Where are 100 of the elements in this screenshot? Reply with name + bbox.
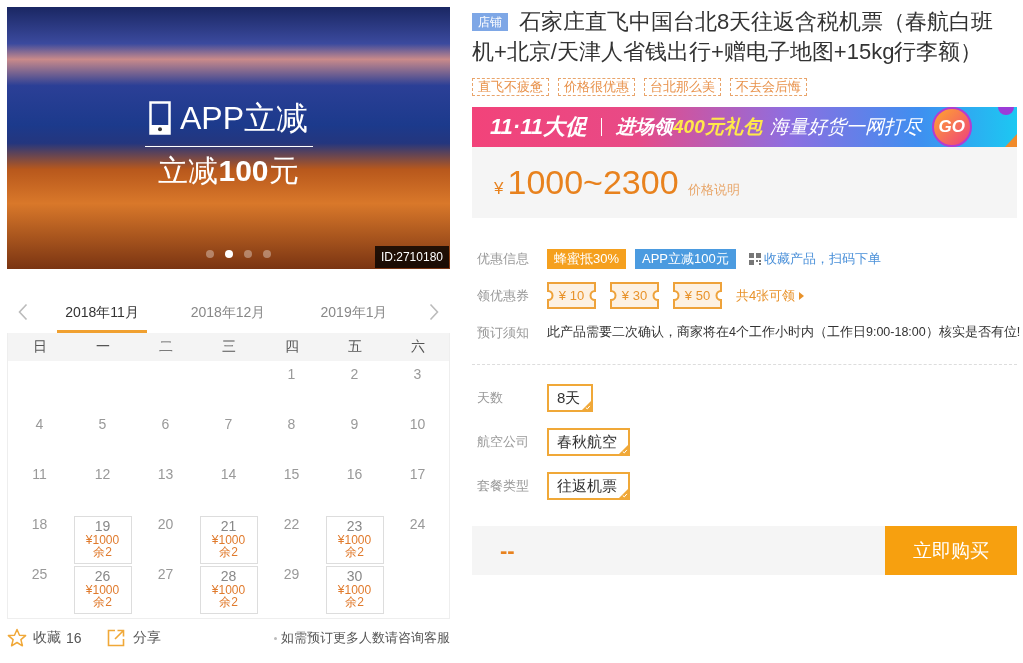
shop-badge: 店铺: [472, 13, 508, 31]
feature-tag: 直飞不疲惫: [472, 78, 549, 96]
banner-slogan: 海量好货一网打尽: [769, 115, 922, 139]
row-label: 预订须知: [476, 323, 530, 342]
day-number: 30: [346, 568, 363, 584]
chevron-left-icon[interactable]: [18, 302, 28, 321]
seats-left: 余2: [345, 546, 364, 558]
month-tab[interactable]: 2019年1月: [312, 304, 396, 333]
banner-logo: 11·11大促: [490, 113, 587, 141]
weekday-label: 三: [221, 338, 236, 356]
day-number: 18: [31, 516, 48, 532]
row-label: 领优惠券: [476, 286, 530, 305]
day-number: 22: [283, 516, 300, 532]
date-cell[interactable]: 26 ¥1000 余2: [73, 566, 132, 614]
coupon-ticket[interactable]: ¥ 50: [673, 282, 722, 309]
day-price: ¥1000: [85, 584, 120, 596]
day-number: 12: [94, 466, 111, 482]
favorite-scan-link[interactable]: 收藏产品，扫码下单: [763, 249, 881, 268]
star-icon[interactable]: [7, 628, 27, 648]
day-number: 28: [220, 568, 237, 584]
day-number: 25: [31, 566, 48, 582]
day-number: 13: [157, 466, 174, 482]
carousel-dot[interactable]: [206, 250, 214, 258]
share-label[interactable]: 分享: [132, 629, 161, 647]
discount-tag: 蜂蜜抵30%: [547, 248, 627, 269]
option-chip[interactable]: 春秋航空: [547, 428, 630, 456]
weekday-label: 日: [32, 338, 47, 356]
carousel-dot[interactable]: [225, 250, 233, 258]
day-number: 27: [157, 566, 174, 582]
feature-tag: 价格很优惠: [558, 78, 635, 96]
day-number: 6: [161, 416, 170, 432]
share-icon[interactable]: [106, 629, 125, 647]
carousel-dot[interactable]: [263, 250, 271, 258]
coupon-ticket[interactable]: ¥ 10: [547, 282, 596, 309]
day-price: ¥1000: [211, 534, 246, 546]
selected-price: --: [499, 537, 515, 564]
favorite-count: 16: [66, 630, 82, 646]
seats-left: 余2: [93, 596, 112, 608]
month-tab[interactable]: 2018年12月: [182, 304, 274, 333]
caret-right-icon[interactable]: [799, 291, 805, 300]
check-corner-icon: [582, 401, 592, 410]
product-title: 店铺 石家庄直飞中国台北8天往返含税机票（春航白班机+北京/天津人省钱出行+赠电子地图+15kg行李额）: [472, 8, 995, 66]
day-number: 19: [94, 518, 111, 534]
check-corner-icon: [619, 445, 628, 454]
seats-left: 余2: [93, 546, 112, 558]
day-number: 3: [413, 366, 422, 382]
day-price: ¥1000: [85, 534, 120, 546]
feature-tag: 台北那么美: [644, 78, 721, 96]
day-number: 4: [35, 416, 44, 432]
seats-left: 余2: [345, 596, 364, 608]
day-number: 9: [350, 416, 359, 432]
date-cell[interactable]: 28 ¥1000 余2: [199, 566, 258, 614]
day-number: 7: [224, 416, 233, 432]
day-number: 1: [287, 366, 296, 382]
date-cell[interactable]: 21 ¥1000 余2: [199, 516, 258, 564]
booking-notice: 此产品需要二次确认，商家将在4个工作小时内（工作日9:00-18:00）核实是否有位!: [547, 324, 1021, 341]
price-range: 1000~2300: [507, 163, 679, 202]
day-number: 24: [409, 516, 426, 532]
triangle-icon: [1005, 134, 1017, 147]
day-number: 23: [346, 518, 363, 534]
discount-tag: APP立减100元: [635, 248, 736, 269]
day-number: 2: [350, 366, 359, 382]
currency-symbol: ¥: [494, 179, 504, 199]
day-number: 11: [32, 466, 47, 482]
seats-left: 余2: [219, 546, 238, 558]
day-number: 5: [98, 416, 107, 432]
day-number: 8: [287, 416, 296, 432]
promo-banner[interactable]: 11·11大促 进场领400元礼包 海量好货一网打尽 GO: [472, 107, 1017, 147]
option-label: 套餐类型: [476, 477, 530, 495]
option-chip[interactable]: 往返机票: [547, 472, 630, 500]
seats-left: 余2: [219, 596, 238, 608]
day-number: 14: [220, 466, 237, 482]
weekday-label: 五: [347, 338, 362, 356]
date-cell[interactable]: 19 ¥1000 余2: [73, 516, 132, 564]
product-id-label: ID:2710180: [374, 246, 449, 268]
day-price: ¥1000: [211, 584, 246, 596]
date-cell[interactable]: 23 ¥1000 余2: [325, 516, 384, 564]
day-number: 29: [283, 566, 300, 582]
more-coupons-link[interactable]: 共4张可领: [736, 286, 796, 305]
check-corner-icon: [619, 489, 628, 498]
row-label: 优惠信息: [476, 249, 530, 268]
favorite-label[interactable]: 收藏: [33, 629, 61, 647]
weekday-label: 二: [158, 338, 173, 356]
banner-offer: 进场领400元礼包: [616, 115, 762, 139]
go-button[interactable]: GO: [931, 107, 972, 147]
weekday-label: 四: [284, 338, 299, 356]
phone-icon: [149, 101, 171, 135]
promo-title: APP立减: [180, 99, 308, 137]
day-number: 10: [409, 416, 426, 432]
day-number: 15: [283, 466, 300, 482]
qr-code-icon: [748, 252, 761, 265]
buy-now-button[interactable]: 立即购买: [885, 526, 1017, 575]
chevron-right-icon[interactable]: [428, 302, 439, 321]
date-cell[interactable]: 30 ¥1000 余2: [325, 566, 384, 614]
carousel-dot[interactable]: [244, 250, 252, 258]
promo-subtitle: 立减100元: [158, 153, 299, 189]
option-chip[interactable]: 8天: [547, 384, 594, 412]
coupon-ticket[interactable]: ¥ 30: [610, 282, 659, 309]
price-note-link[interactable]: 价格说明: [687, 181, 740, 199]
group-booking-note: 如需预订更多人数请咨询客服: [281, 629, 450, 647]
